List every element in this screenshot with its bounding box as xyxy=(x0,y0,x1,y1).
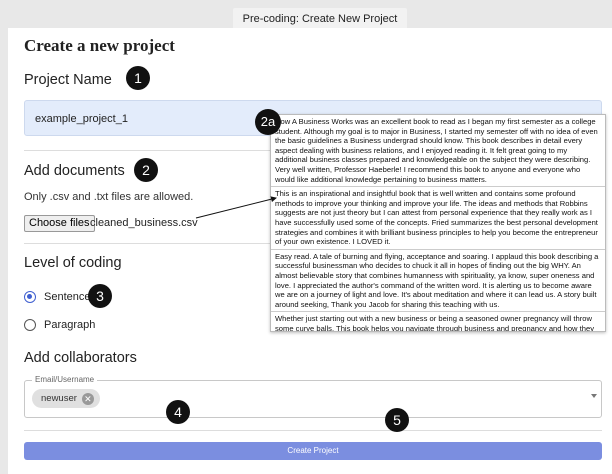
choose-files-button[interactable]: Choose files xyxy=(24,215,95,232)
annotation-badge-2a: 2a xyxy=(255,109,281,135)
preview-review-4: Whether just starting out with a new bus… xyxy=(275,314,594,332)
chevron-down-icon[interactable] xyxy=(591,394,597,398)
preview-review-2: This is an inspirational and insightful … xyxy=(271,187,605,250)
remove-chip-icon[interactable]: ✕ xyxy=(81,392,94,405)
collaborator-chip-label: newuser xyxy=(41,393,77,404)
annotation-badge-5: 5 xyxy=(385,408,409,432)
collaborators-input[interactable] xyxy=(24,380,602,418)
level-of-coding-heading: Level of coding xyxy=(24,255,122,271)
radio-sentence-label[interactable]: Sentence xyxy=(44,291,90,303)
file-preview-popup: How A Business Works was an excellent bo… xyxy=(270,114,606,332)
add-collaborators-heading: Add collaborators xyxy=(24,350,137,366)
create-project-button[interactable]: Create Project xyxy=(24,442,602,460)
annotation-badge-1: 1 xyxy=(126,66,150,90)
page-title: Create a new project xyxy=(24,36,175,55)
collaborator-chip[interactable]: newuser ✕ xyxy=(32,389,100,408)
preview-review-1: How A Business Works was an excellent bo… xyxy=(271,115,605,188)
radio-sentence[interactable] xyxy=(24,291,36,303)
selected-file-name: cleaned_business.csv xyxy=(90,217,198,229)
section-divider xyxy=(24,430,602,431)
add-documents-heading: Add documents xyxy=(24,163,125,179)
project-name-heading: Project Name xyxy=(24,72,112,88)
preview-review-3: Easy read. A tale of burning and flying,… xyxy=(271,250,605,313)
window-tab-title: Pre-coding: Create New Project xyxy=(233,8,407,30)
radio-paragraph-label[interactable]: Paragraph xyxy=(44,319,95,331)
project-name-value: example_project_1 xyxy=(35,113,128,125)
annotation-badge-3: 3 xyxy=(88,284,112,308)
annotation-badge-2: 2 xyxy=(134,158,158,182)
file-type-hint: Only .csv and .txt files are allowed. xyxy=(24,191,194,203)
collaborators-field-label: Email/Username xyxy=(32,375,98,384)
radio-paragraph[interactable] xyxy=(24,319,36,331)
annotation-badge-4: 4 xyxy=(166,400,190,424)
